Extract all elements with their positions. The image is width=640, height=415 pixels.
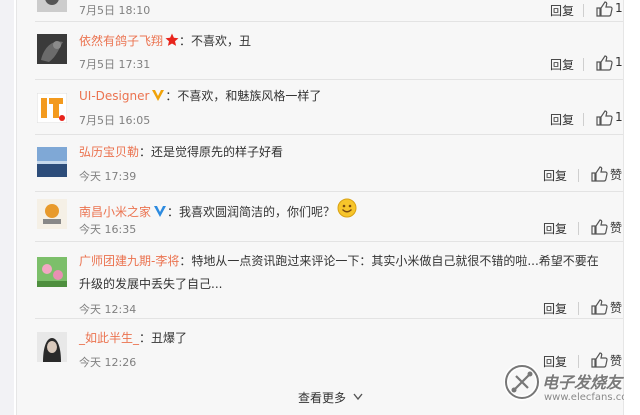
- comment-text: ：还是觉得原先的样子好看: [139, 145, 284, 159]
- divider: [578, 222, 579, 235]
- username-link[interactable]: 南昌小米之家: [79, 205, 151, 219]
- reply-button[interactable]: 回复: [543, 167, 567, 184]
- smile-emoji-icon: [337, 198, 357, 223]
- divider: [583, 113, 584, 126]
- like-count: 1: [615, 110, 623, 124]
- comment-text: ：不喜欢，丑: [179, 34, 252, 48]
- thumbs-up-icon: [596, 1, 613, 17]
- comment-time: 今天 16:35: [79, 223, 137, 236]
- like-label: 赞: [610, 168, 623, 182]
- comment-text: ：丑爆了: [139, 331, 188, 345]
- view-more-button[interactable]: 查看更多: [298, 389, 363, 406]
- red-star-icon: [165, 33, 179, 52]
- comment-text-continued: 升级的发展中丢失了自己...: [79, 277, 223, 291]
- username-link[interactable]: _如此半生_: [79, 331, 139, 345]
- thumbs-up-icon: [591, 166, 608, 182]
- comment-time: 7月5日 18:10: [79, 4, 151, 17]
- comment-item: 广师团建九期-李将：特地从一点资讯跑过来评论一下：其实小米做自己就很不错的啦..…: [17, 242, 623, 319]
- thumbs-up-icon: [596, 110, 613, 126]
- comment-item: 7月5日 18:10 回复 1: [17, 0, 623, 22]
- comment-text: ：不喜欢，和魅族风格一样了: [165, 89, 322, 103]
- comment-list-panel: 7月5日 18:10 回复 1 依然有鸽子飞翔 ：不喜欢，丑 7月5日 17:31…: [16, 0, 637, 415]
- avatar[interactable]: [37, 93, 67, 123]
- avatar[interactable]: [37, 332, 67, 362]
- thumbs-up-icon: [591, 299, 608, 315]
- divider: [578, 169, 579, 182]
- username-link[interactable]: 依然有鸽子飞翔: [79, 34, 163, 48]
- blue-v-verified-icon: [153, 205, 167, 223]
- comment-time: 今天 17:39: [79, 170, 137, 183]
- watermark-title: 电子发烧友: [542, 373, 623, 392]
- reply-button[interactable]: 回复: [550, 2, 574, 19]
- avatar[interactable]: [37, 257, 67, 287]
- like-label: 赞: [610, 301, 623, 315]
- avatar[interactable]: [37, 199, 67, 229]
- comment-time: 今天 12:26: [79, 356, 137, 369]
- chevron-down-icon: [353, 393, 363, 401]
- comment-item: 南昌小米之家 ：我喜欢圆润简洁的，你们呢？ 今天 16:35 回复 赞: [17, 192, 623, 242]
- reply-button[interactable]: 回复: [543, 300, 567, 317]
- avatar[interactable]: [37, 147, 67, 177]
- divider: [583, 4, 584, 17]
- comment-text: ：特地从一点资讯跑过来评论一下：其实小米做自己就很不错的啦...希望不要在: [179, 254, 599, 268]
- thumbs-up-icon: [591, 219, 608, 235]
- view-more-label: 查看更多: [298, 391, 347, 405]
- comment-text: ：我喜欢圆润简洁的，你们呢？: [167, 205, 336, 219]
- divider: [578, 302, 579, 315]
- right-gutter: [624, 0, 640, 415]
- comment-item: 依然有鸽子飞翔 ：不喜欢，丑 7月5日 17:31 回复 1: [17, 22, 623, 80]
- comment-body: UI-Designer ：不喜欢，和魅族风格一样了: [79, 88, 321, 107]
- comment-body: _如此半生_：丑爆了: [79, 330, 187, 347]
- comment-body: 南昌小米之家 ：我喜欢圆润简洁的，你们呢？: [79, 198, 357, 223]
- username-link[interactable]: UI-Designer: [79, 89, 149, 103]
- comment-item: UI-Designer ：不喜欢，和魅族风格一样了 7月5日 16:05 回复 1: [17, 80, 623, 135]
- reply-button[interactable]: 回复: [543, 220, 567, 237]
- left-gutter: [0, 0, 14, 415]
- like-count: 1: [615, 1, 623, 15]
- reply-button[interactable]: 回复: [550, 111, 574, 128]
- avatar[interactable]: [37, 0, 67, 12]
- comment-body: 依然有鸽子飞翔 ：不喜欢，丑: [79, 33, 251, 52]
- username-link[interactable]: 弘历宝贝勒: [79, 145, 139, 159]
- reply-button[interactable]: 回复: [550, 56, 574, 73]
- comment-body-line2: 升级的发展中丢失了自己...: [79, 276, 222, 293]
- username-link[interactable]: 广师团建九期-李将: [79, 254, 179, 268]
- gold-v-verified-icon: [151, 89, 165, 107]
- thumbs-up-icon: [596, 55, 613, 71]
- avatar[interactable]: [37, 34, 67, 64]
- like-count: 1: [615, 55, 623, 69]
- divider: [583, 58, 584, 71]
- like-label: 赞: [610, 221, 623, 235]
- comment-time: 7月5日 16:05: [79, 114, 151, 127]
- comment-body: 弘历宝贝勒：还是觉得原先的样子好看: [79, 144, 283, 161]
- watermark-logo: 电子发烧友 www.elecfans.com: [503, 358, 639, 412]
- comment-time: 7月5日 17:31: [79, 58, 151, 71]
- comment-time: 今天 12:34: [79, 303, 137, 316]
- comment-item: 弘历宝贝勒：还是觉得原先的样子好看 今天 17:39 回复 赞: [17, 135, 623, 192]
- comment-body: 广师团建九期-李将：特地从一点资讯跑过来评论一下：其实小米做自己就很不错的啦..…: [79, 253, 599, 270]
